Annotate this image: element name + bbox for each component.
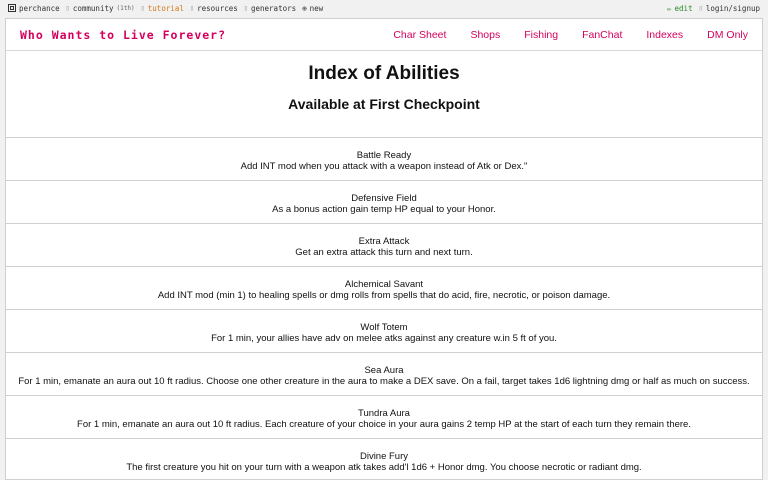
ability-name: Wolf Totem [360,322,408,333]
perchance-logo-icon [8,4,16,12]
ability-desc: Get an extra attack this turn and next t… [295,247,473,258]
login-link[interactable]: ▯ login/signup [699,4,760,13]
tutorial-link[interactable]: ▯ tutorial [141,4,184,13]
ability-name: Battle Ready [356,150,412,161]
ability-desc: Add INT mod (min 1) to healing spells or… [157,290,611,301]
ability-name: Sea Aura [364,365,404,376]
resources-label: resources [197,3,238,13]
login-label: login/signup [705,3,760,13]
ability-list: Battle Ready Add INT mod when you attack… [6,138,762,479]
perchance-topbar: perchance ▯ community (1th) ▯ tutorial ▯… [0,0,768,16]
community-count: (1th) [116,4,135,12]
tutorial-label: tutorial [147,3,184,13]
ability-name: Alchemical Savant [344,279,424,290]
ability-item: Extra Attack Get an extra attack this tu… [6,224,762,267]
page-subtitle: Available at First Checkpoint [288,96,480,112]
ability-name: Extra Attack [358,236,410,247]
ability-desc: For 1 min, your allies have adv on melee… [211,333,557,344]
ability-name: Defensive Field [351,193,417,204]
pencil-icon: ✏ [667,3,672,13]
ability-desc: For 1 min, emanate an aura out 10 ft rad… [77,419,691,430]
ability-item: Defensive Field As a bonus action gain t… [6,181,762,224]
plus-icon: ⊕ [302,3,307,13]
perchance-link[interactable]: perchance [8,4,60,13]
tutorial-icon: ▯ [140,4,145,12]
community-link[interactable]: ▯ community (1th) [66,4,135,13]
ability-item: Sea Aura For 1 min, emanate an aura out … [6,353,762,396]
user-icon: ▯ [698,4,703,12]
perchance-label: perchance [19,3,60,13]
ability-desc: As a bonus action gain temp HP equal to … [272,204,496,215]
new-link[interactable]: ⊕ new [302,4,323,13]
ability-item: Divine Fury The first creature you hit o… [6,439,762,479]
nav-dm-only[interactable]: DM Only [695,29,748,41]
nav-char-sheet[interactable]: Char Sheet [381,29,458,41]
nav-indexes[interactable]: Indexes [634,29,695,41]
topbar-left: perchance ▯ community (1th) ▯ tutorial ▯… [8,4,323,13]
nav-fanchat[interactable]: FanChat [570,29,634,41]
ability-desc: Add INT mod when you attack with a weapo… [240,161,528,172]
page-header: Index of Abilities Available at First Ch… [6,51,762,138]
ability-desc: The first creature you hit on your turn … [126,462,642,473]
resources-link[interactable]: ▯ resources [190,4,238,13]
nav-fishing[interactable]: Fishing [512,29,570,41]
resources-icon: ▯ [189,4,195,12]
generator-page: Who Wants to Live Forever? Char Sheet Sh… [5,18,763,480]
nav-shops[interactable]: Shops [458,29,512,41]
generators-icon: ▯ [243,4,248,12]
edit-link[interactable]: ✏ edit [667,4,693,13]
generators-link[interactable]: ▯ generators [244,4,296,13]
topbar-right: ✏ edit ▯ login/signup [667,4,760,13]
site-nav: Who Wants to Live Forever? Char Sheet Sh… [6,19,762,51]
ability-item: Alchemical Savant Add INT mod (min 1) to… [6,267,762,310]
ability-name: Divine Fury [359,451,409,462]
new-label: new [309,3,324,13]
community-label: community [72,3,114,13]
site-title: Who Wants to Live Forever? [20,27,227,42]
ability-item: Wolf Totem For 1 min, your allies have a… [6,310,762,353]
nav-links: Char Sheet Shops Fishing FanChat Indexes… [381,29,748,41]
community-icon: ▯ [65,4,70,12]
ability-item: Tundra Aura For 1 min, emanate an aura o… [6,396,762,439]
ability-name: Tundra Aura [358,408,410,419]
page-title: Index of Abilities [308,63,460,84]
generators-label: generators [250,3,297,13]
ability-desc: For 1 min, emanate an aura out 10 ft rad… [18,376,750,387]
edit-label: edit [674,3,693,13]
ability-item: Battle Ready Add INT mod when you attack… [6,138,762,181]
